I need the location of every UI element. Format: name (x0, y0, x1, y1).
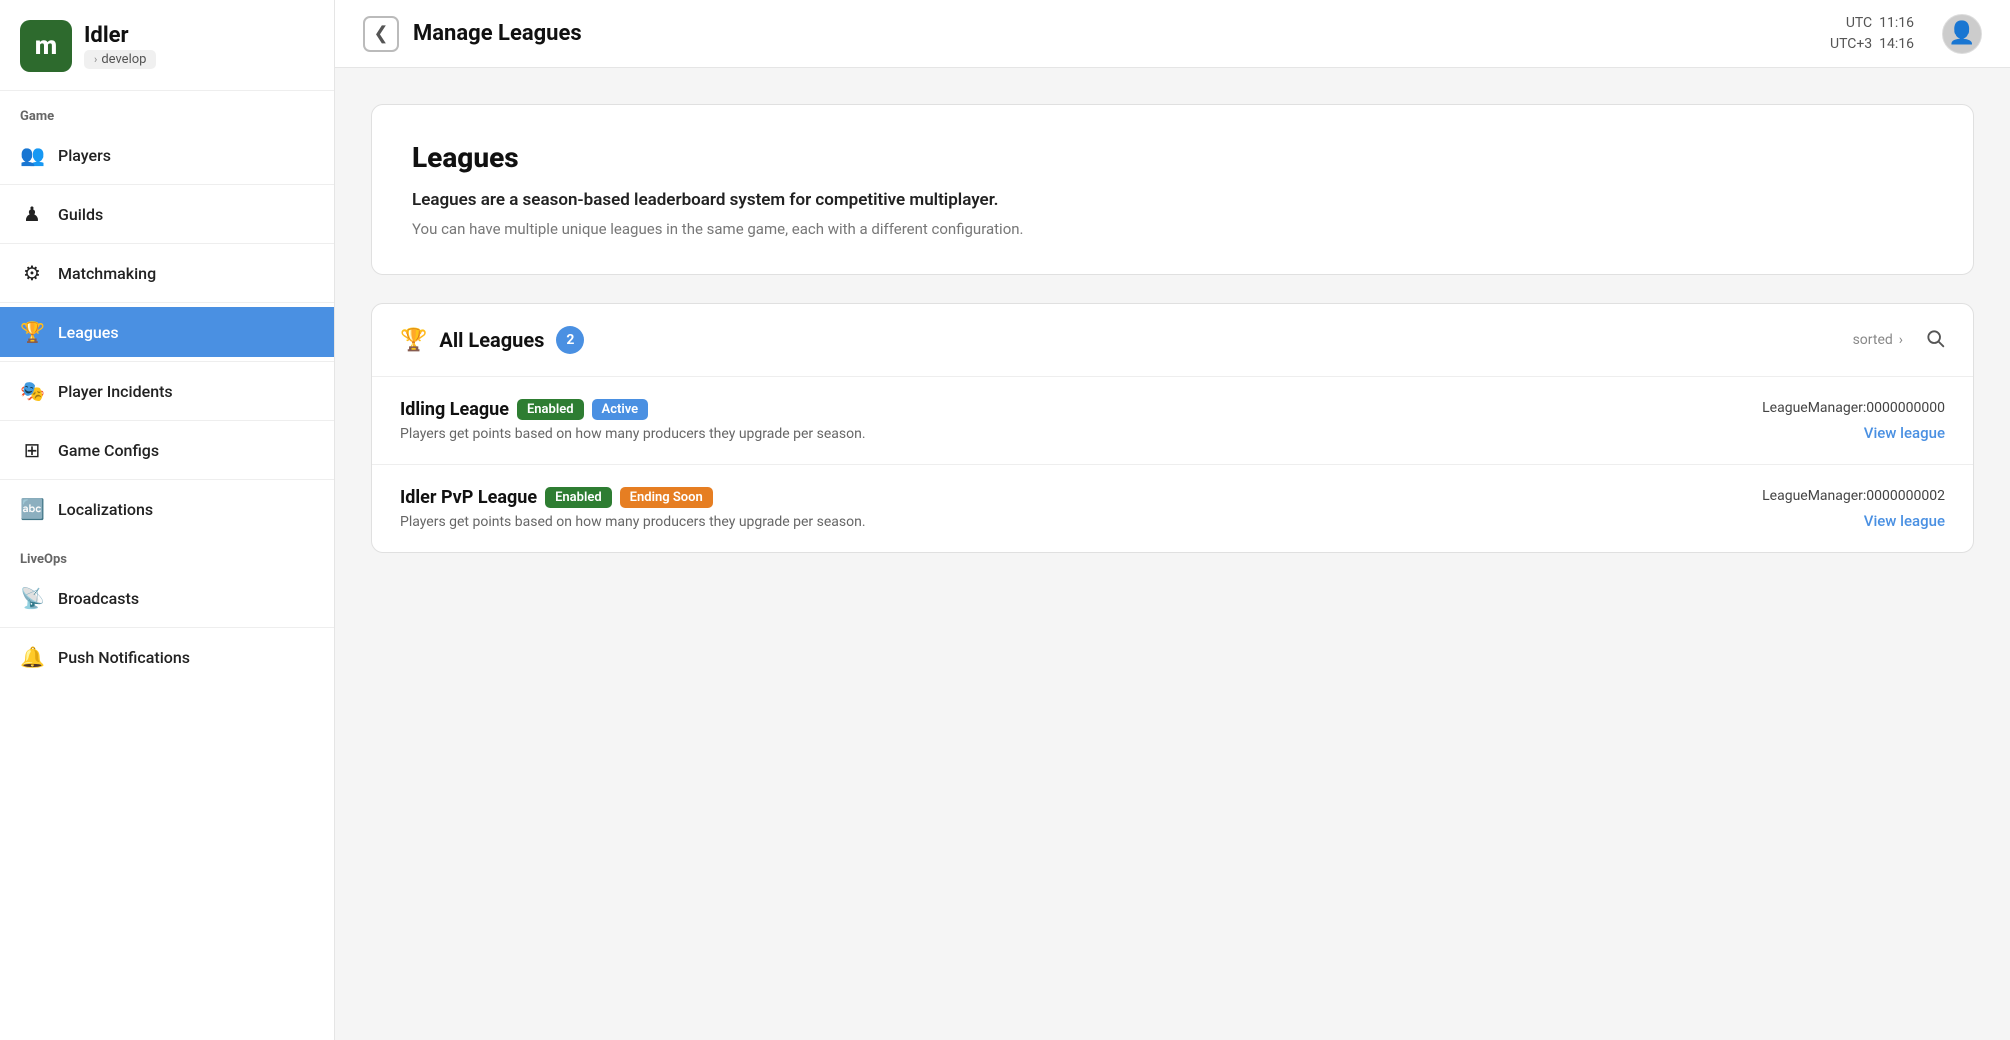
avatar-icon: 👤 (1948, 21, 1975, 46)
league-desc: Players get points based on how many pro… (400, 514, 1725, 530)
league-row-left: Idler PvP League Enabled Ending Soon Pla… (400, 487, 1725, 530)
league-desc: Players get points based on how many pro… (400, 426, 1725, 442)
league-name: Idler PvP League (400, 487, 537, 508)
utc-label: UTC (1846, 15, 1872, 31)
sidebar: m Idler › develop Game 👥 Players ♟ Guild… (0, 0, 335, 1040)
divider (0, 627, 334, 628)
league-row: Idling League Enabled Active Players get… (372, 377, 1973, 465)
divider (0, 479, 334, 480)
search-button[interactable] (1925, 328, 1945, 353)
chevron-right-icon: › (94, 53, 97, 66)
view-league-link[interactable]: View league (1864, 512, 1945, 530)
league-name-row: Idling League Enabled Active (400, 399, 1725, 420)
divider (0, 302, 334, 303)
player-incidents-icon: 🎭 (20, 379, 44, 403)
sidebar-item-broadcasts[interactable]: 📡 Broadcasts (0, 573, 334, 623)
badge-enabled: Enabled (517, 399, 584, 420)
broadcasts-icon: 📡 (20, 586, 44, 610)
sidebar-item-localizations[interactable]: 🔤 Localizations (0, 484, 334, 534)
env-badge[interactable]: › develop (84, 50, 156, 69)
sorted-chevron-icon: › (1899, 332, 1903, 348)
sidebar-item-label: Players (58, 146, 111, 165)
sidebar-item-label: Broadcasts (58, 589, 139, 608)
league-name-row: Idler PvP League Enabled Ending Soon (400, 487, 1725, 508)
sorted-label: sorted (1853, 332, 1893, 348)
logo-box: m (20, 20, 72, 72)
view-league-link[interactable]: View league (1864, 424, 1945, 442)
info-card-desc2: You can have multiple unique leagues in … (412, 220, 1933, 238)
utc-time: 11:16 (1879, 15, 1914, 31)
matchmaking-icon: ⚙ (20, 261, 44, 285)
game-section-label: Game (0, 91, 334, 130)
logo-letter: m (35, 31, 57, 61)
league-row-right: LeagueManager:0000000000 View league (1725, 400, 1945, 442)
sidebar-item-label: Player Incidents (58, 382, 173, 401)
bracket-icon: ❮ (373, 23, 388, 44)
sidebar-item-players[interactable]: 👥 Players (0, 130, 334, 180)
badge-active: Active (592, 399, 649, 420)
guilds-icon: ♟ (20, 202, 44, 226)
divider (0, 420, 334, 421)
sidebar-item-game-configs[interactable]: ⊞ Game Configs (0, 425, 334, 475)
leagues-icon: 🏆 (20, 320, 44, 344)
league-name: Idling League (400, 399, 509, 420)
leagues-header-title: All Leagues (439, 328, 544, 352)
leagues-card: 🏆 All Leagues 2 sorted › (371, 303, 1974, 553)
sidebar-item-leagues[interactable]: 🏆 Leagues (0, 307, 334, 357)
localizations-icon: 🔤 (20, 497, 44, 521)
page-title: Manage Leagues (413, 21, 1816, 46)
sidebar-item-label: Matchmaking (58, 264, 156, 283)
league-row-left: Idling League Enabled Active Players get… (400, 399, 1725, 442)
sidebar-logo: m Idler › develop (0, 0, 334, 91)
sidebar-item-guilds[interactable]: ♟ Guilds (0, 189, 334, 239)
sidebar-item-label: Push Notifications (58, 648, 190, 667)
leagues-header: 🏆 All Leagues 2 sorted › (372, 304, 1973, 377)
time-display: UTC 11:16 UTC+3 14:16 (1830, 13, 1914, 55)
header: ❮ Manage Leagues UTC 11:16 UTC+3 14:16 👤 (335, 0, 2010, 68)
leagues-count-badge: 2 (556, 326, 584, 354)
push-notifications-icon: 🔔 (20, 645, 44, 669)
info-card-title: Leagues (412, 141, 1933, 174)
info-card: Leagues Leagues are a season-based leade… (371, 104, 1974, 275)
league-manager: LeagueManager:0000000000 (1725, 400, 1945, 416)
sidebar-item-player-incidents[interactable]: 🎭 Player Incidents (0, 366, 334, 416)
players-icon: 👥 (20, 143, 44, 167)
sidebar-item-label: Leagues (58, 323, 119, 342)
league-row-right: LeagueManager:0000000002 View league (1725, 488, 1945, 530)
sidebar-item-label: Game Configs (58, 441, 159, 460)
leagues-header-icon: 🏆 (400, 328, 427, 353)
divider (0, 361, 334, 362)
sidebar-item-matchmaking[interactable]: ⚙ Matchmaking (0, 248, 334, 298)
content: Leagues Leagues are a season-based leade… (335, 68, 2010, 1040)
env-label: develop (101, 52, 146, 67)
user-avatar[interactable]: 👤 (1942, 14, 1982, 54)
sidebar-item-push-notifications[interactable]: 🔔 Push Notifications (0, 632, 334, 682)
sidebar-item-label: Localizations (58, 500, 153, 519)
badge-enabled: Enabled (545, 487, 612, 508)
app-title: Idler (84, 23, 156, 48)
game-configs-icon: ⊞ (20, 438, 44, 462)
info-card-desc1: Leagues are a season-based leaderboard s… (412, 190, 1933, 210)
sidebar-item-label: Guilds (58, 205, 103, 224)
utcplus-label: UTC+3 (1830, 36, 1872, 52)
sorted-button[interactable]: sorted › (1853, 332, 1903, 348)
utcplus-time: 14:16 (1879, 36, 1914, 52)
badge-ending-soon: Ending Soon (620, 487, 713, 508)
divider (0, 243, 334, 244)
main: ❮ Manage Leagues UTC 11:16 UTC+3 14:16 👤… (335, 0, 2010, 1040)
divider (0, 184, 334, 185)
liveops-section-label: LiveOps (0, 534, 334, 573)
back-button[interactable]: ❮ (363, 16, 399, 52)
league-manager: LeagueManager:0000000002 (1725, 488, 1945, 504)
league-row: Idler PvP League Enabled Ending Soon Pla… (372, 465, 1973, 552)
